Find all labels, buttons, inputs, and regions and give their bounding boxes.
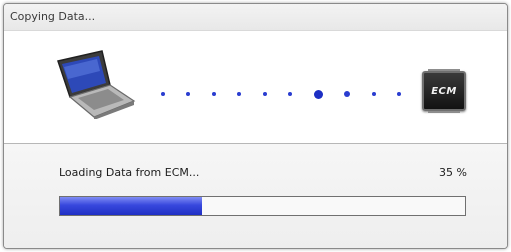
progress-bar	[59, 196, 466, 216]
copy-dialog: Copying Data... ECM Loading Data from EC…	[3, 3, 508, 249]
window-title: Copying Data...	[10, 10, 96, 23]
status-panel: Loading Data from ECM... 35 %	[4, 144, 507, 248]
dot-icon	[344, 91, 351, 97]
dot-icon	[396, 92, 401, 96]
title-bar[interactable]: Copying Data...	[4, 4, 507, 31]
dot-icon	[237, 92, 242, 96]
status-message: Loading Data from ECM...	[59, 166, 200, 179]
dot-icon	[262, 92, 267, 96]
dot-icon	[313, 89, 323, 99]
dot-icon	[211, 92, 216, 96]
ecm-chip-icon: ECM	[422, 69, 466, 113]
progress-fill	[60, 197, 202, 215]
dot-icon	[161, 92, 165, 96]
dot-icon	[186, 92, 191, 96]
laptop-icon	[57, 50, 136, 119]
dot-icon	[288, 92, 293, 96]
transfer-panel: ECM	[4, 31, 507, 144]
percent-text: 35 %	[439, 166, 467, 179]
ecm-label: ECM	[431, 85, 457, 97]
progress-dots	[161, 87, 401, 101]
dot-icon	[371, 92, 376, 96]
